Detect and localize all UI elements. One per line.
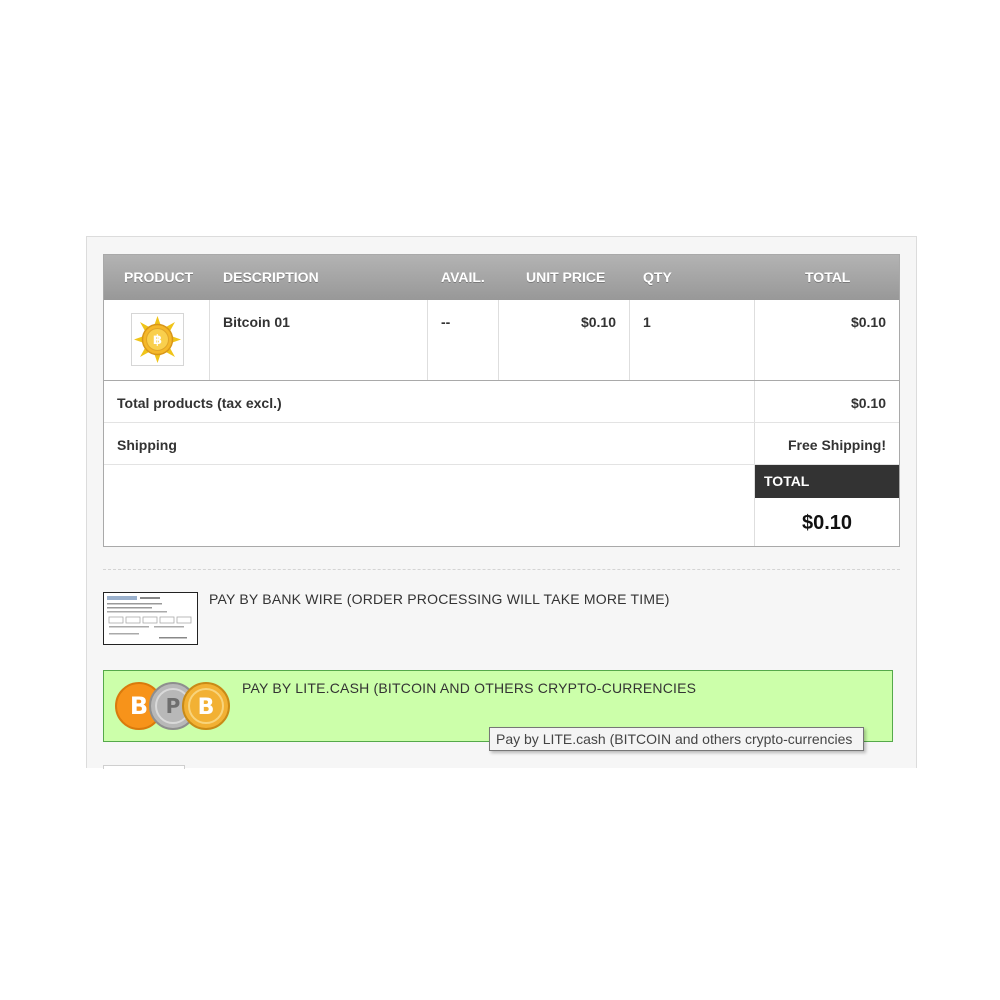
shipping-value: Free Shipping! [788,437,886,453]
cart-summary-table: PRODUCT DESCRIPTION AVAIL. UNIT PRICE QT… [103,254,900,547]
column-header-qty: QTY [643,269,672,285]
column-divider [629,300,630,381]
svg-text:฿: ฿ [153,333,162,348]
subtotal-label: Total products (tax excl.) [117,395,282,411]
subtotal-value: $0.10 [850,395,886,411]
product-thumbnail[interactable]: ฿ [131,313,184,366]
unit-price-value: $0.10 [580,314,616,330]
column-divider [427,300,428,381]
availability-value: -- [441,314,451,330]
lite-cash-tooltip: Pay by LITE.cash (BITCOIN and others cry… [489,727,864,751]
pay-lite-cash-label: PAY BY LITE.CASH (BITCOIN AND OTHERS CRY… [242,680,697,696]
bitcoin-sun-icon: ฿ [134,316,181,363]
section-divider [103,569,900,570]
row-divider [104,380,899,381]
column-header-description: DESCRIPTION [223,269,319,285]
continue-button-edge[interactable] [103,765,185,769]
svg-text:B: B [130,692,148,720]
quantity-value: 1 [643,314,651,330]
column-divider [498,300,499,381]
row-divider [104,422,899,423]
svg-text:B: B [198,695,215,720]
column-header-avail: AVAIL. [441,269,485,285]
table-header: PRODUCT DESCRIPTION AVAIL. UNIT PRICE QT… [104,255,899,300]
line-total-value: $0.10 [850,314,886,330]
product-name-link[interactable]: Bitcoin 01 [223,314,290,330]
pay-bank-wire-link[interactable]: PAY BY BANK WIRE (ORDER PROCESSING WILL … [209,591,670,607]
shipping-label: Shipping [117,437,177,453]
column-header-product: PRODUCT [124,269,194,285]
grand-total-label: TOTAL [755,465,899,498]
column-header-total: TOTAL [805,269,851,285]
column-divider [209,300,210,381]
grand-total-value: $0.10 [801,512,853,534]
bank-wire-check-icon[interactable] [103,592,198,645]
svg-text:P: P [166,694,181,718]
crypto-coins-icon: B P B [115,682,230,730]
column-header-unit-price: UNIT PRICE [526,269,606,285]
